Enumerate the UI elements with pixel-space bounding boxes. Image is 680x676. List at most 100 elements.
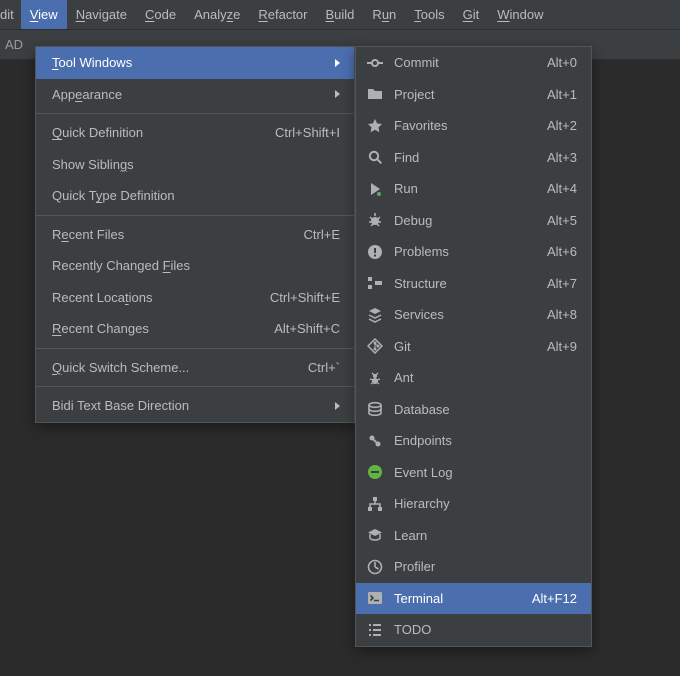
menu-item-label: Problems: [394, 244, 537, 259]
menu-dit[interactable]: dit: [0, 0, 21, 30]
tool-window-item-run[interactable]: RunAlt+4: [356, 173, 591, 205]
view-menu-popup: Tool WindowsAppearanceQuick DefinitionCt…: [35, 46, 355, 423]
menu-item-label: Event Log: [394, 465, 577, 480]
menu-git[interactable]: Git: [454, 0, 489, 30]
tool-window-item-todo[interactable]: TODO: [356, 614, 591, 646]
view-menu-item[interactable]: Recent LocationsCtrl+Shift+E: [36, 282, 354, 314]
tool-window-item-endpoints[interactable]: Endpoints: [356, 425, 591, 457]
menu-item-label: Structure: [394, 276, 537, 291]
tool-window-item-services[interactable]: ServicesAlt+8: [356, 299, 591, 331]
tool-window-item-problems[interactable]: ProblemsAlt+6: [356, 236, 591, 268]
tool-window-item-database[interactable]: Database: [356, 394, 591, 426]
menu-item-label: Quick Switch Scheme...: [52, 360, 298, 375]
find-icon: [366, 148, 384, 166]
tool-window-item-ant[interactable]: Ant: [356, 362, 591, 394]
menu-item-shortcut: Alt+Shift+C: [264, 321, 340, 336]
problems-icon: [366, 243, 384, 261]
tool-windows-submenu: CommitAlt+0ProjectAlt+1FavoritesAlt+2Fin…: [355, 46, 592, 647]
menu-build[interactable]: Build: [317, 0, 364, 30]
menu-item-label: Find: [394, 150, 537, 165]
menu-item-label: Quick Definition: [52, 125, 265, 140]
menu-item-label: Favorites: [394, 118, 537, 133]
commit-icon: [366, 54, 384, 72]
toolbar-text: AD: [5, 37, 23, 52]
todo-icon: [366, 621, 384, 639]
menu-item-label: Database: [394, 402, 577, 417]
tool-window-item-profiler[interactable]: Profiler: [356, 551, 591, 583]
ant-icon: [366, 369, 384, 387]
tool-window-item-commit[interactable]: CommitAlt+0: [356, 47, 591, 79]
view-menu-item[interactable]: Recent FilesCtrl+E: [36, 219, 354, 251]
menu-item-label: Recent Changes: [52, 321, 264, 336]
menu-item-shortcut: Alt+6: [537, 244, 577, 259]
submenu-arrow-icon: [335, 402, 340, 410]
tool-window-item-learn[interactable]: Learn: [356, 520, 591, 552]
menu-item-label: Recently Changed Files: [52, 258, 340, 273]
menu-view[interactable]: View: [21, 0, 67, 30]
debug-icon: [366, 211, 384, 229]
tool-window-item-git[interactable]: GitAlt+9: [356, 331, 591, 363]
project-icon: [366, 85, 384, 103]
menu-window[interactable]: Window: [488, 0, 552, 30]
menu-item-shortcut: Alt+4: [537, 181, 577, 196]
menu-item-label: Show Siblings: [52, 157, 340, 172]
menu-separator: [36, 348, 354, 349]
tool-window-item-find[interactable]: FindAlt+3: [356, 142, 591, 174]
terminal-icon: [366, 589, 384, 607]
tool-window-item-terminal[interactable]: TerminalAlt+F12: [356, 583, 591, 615]
menu-item-shortcut: Ctrl+E: [294, 227, 340, 242]
menu-item-shortcut: Alt+9: [537, 339, 577, 354]
menu-item-label: Ant: [394, 370, 577, 385]
view-menu-item[interactable]: Recently Changed Files: [36, 250, 354, 282]
menu-item-shortcut: Alt+8: [537, 307, 577, 322]
view-menu-item[interactable]: Appearance: [36, 79, 354, 111]
menu-item-shortcut: Alt+1: [537, 87, 577, 102]
menu-item-label: Project: [394, 87, 537, 102]
menu-separator: [36, 113, 354, 114]
view-menu-item[interactable]: Quick Type Definition: [36, 180, 354, 212]
menu-item-shortcut: Ctrl+`: [298, 360, 340, 375]
menu-item-label: Git: [394, 339, 537, 354]
view-menu-item[interactable]: Bidi Text Base Direction: [36, 390, 354, 422]
menu-item-label: TODO: [394, 622, 577, 637]
tool-window-item-favorites[interactable]: FavoritesAlt+2: [356, 110, 591, 142]
services-icon: [366, 306, 384, 324]
menu-item-shortcut: Alt+7: [537, 276, 577, 291]
menu-item-label: Recent Files: [52, 227, 294, 242]
menu-tools[interactable]: Tools: [405, 0, 453, 30]
menu-item-label: Commit: [394, 55, 537, 70]
menu-item-shortcut: Alt+0: [537, 55, 577, 70]
menu-analyze[interactable]: Analyze: [185, 0, 249, 30]
menu-item-label: Services: [394, 307, 537, 322]
menu-navigate[interactable]: Navigate: [67, 0, 136, 30]
menu-item-shortcut: Alt+3: [537, 150, 577, 165]
menu-item-shortcut: Alt+F12: [522, 591, 577, 606]
menu-separator: [36, 386, 354, 387]
menu-item-label: Terminal: [394, 591, 522, 606]
tool-window-item-project[interactable]: ProjectAlt+1: [356, 79, 591, 111]
run-icon: [366, 180, 384, 198]
favorites-icon: [366, 117, 384, 135]
view-menu-item[interactable]: Tool Windows: [36, 47, 354, 79]
menu-item-label: Quick Type Definition: [52, 188, 340, 203]
view-menu-item[interactable]: Recent ChangesAlt+Shift+C: [36, 313, 354, 345]
tool-window-item-debug[interactable]: DebugAlt+5: [356, 205, 591, 237]
learn-icon: [366, 526, 384, 544]
hierarchy-icon: [366, 495, 384, 513]
menu-run[interactable]: Run: [363, 0, 405, 30]
tool-window-item-structure[interactable]: StructureAlt+7: [356, 268, 591, 300]
view-menu-item[interactable]: Show Siblings: [36, 149, 354, 181]
tool-window-item-event-log[interactable]: Event Log: [356, 457, 591, 489]
menu-item-label: Tool Windows: [52, 55, 327, 70]
structure-icon: [366, 274, 384, 292]
menu-item-label: Profiler: [394, 559, 577, 574]
eventlog-icon: [366, 463, 384, 481]
menu-refactor[interactable]: Refactor: [249, 0, 316, 30]
view-menu-item[interactable]: Quick Switch Scheme...Ctrl+`: [36, 352, 354, 384]
submenu-arrow-icon: [335, 59, 340, 67]
menu-separator: [36, 215, 354, 216]
tool-window-item-hierarchy[interactable]: Hierarchy: [356, 488, 591, 520]
menu-code[interactable]: Code: [136, 0, 185, 30]
view-menu-item[interactable]: Quick DefinitionCtrl+Shift+I: [36, 117, 354, 149]
menu-item-label: Recent Locations: [52, 290, 260, 305]
